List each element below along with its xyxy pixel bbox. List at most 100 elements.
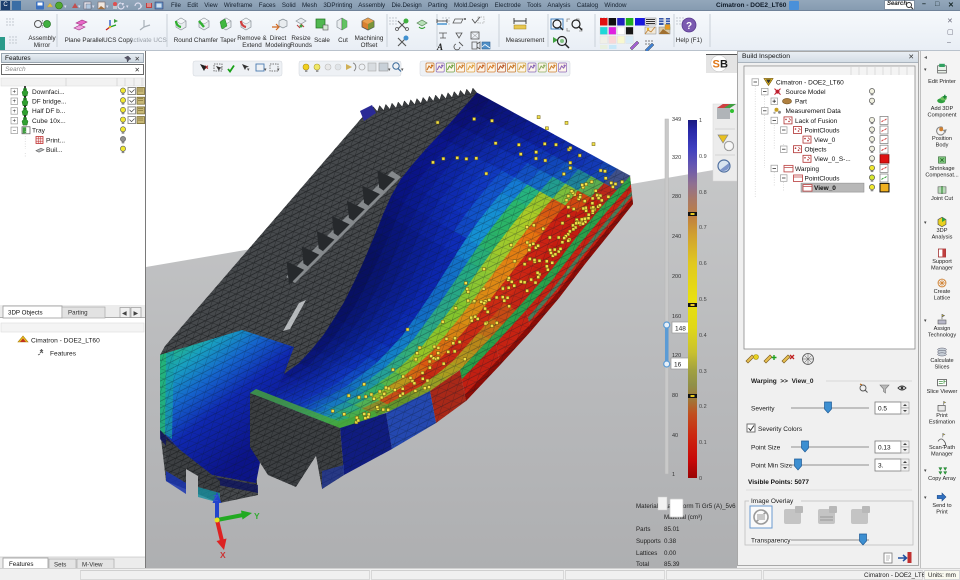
svg-text:Lattices: Lattices bbox=[636, 550, 657, 557]
svg-text:Scan-Path: Scan-Path bbox=[929, 445, 955, 451]
svg-text:Y: Y bbox=[254, 511, 260, 521]
svg-text:Create: Create bbox=[934, 289, 951, 295]
svg-text:Warping: Warping bbox=[795, 166, 819, 173]
svg-text:Cube 10x...: Cube 10x... bbox=[32, 118, 66, 125]
svg-text:▾: ▾ bbox=[924, 495, 927, 501]
svg-text:Slice Viewer: Slice Viewer bbox=[927, 389, 958, 395]
svg-text:?: ? bbox=[686, 21, 692, 32]
svg-text:Position: Position bbox=[932, 136, 952, 142]
svg-text:Cimatron - DOE2_LT60: Cimatron - DOE2_LT60 bbox=[776, 79, 844, 86]
svg-text:B: B bbox=[720, 59, 728, 71]
svg-text:A: A bbox=[436, 42, 443, 51]
svg-text:16: 16 bbox=[674, 362, 682, 369]
svg-text:Measurement Data: Measurement Data bbox=[786, 108, 842, 115]
svg-text:+: + bbox=[12, 99, 16, 105]
svg-text:Material:: Material: bbox=[636, 503, 660, 510]
svg-text:Cimatron - DOE2_LT60: Cimatron - DOE2_LT60 bbox=[31, 338, 100, 345]
svg-text:Downfaci...: Downfaci... bbox=[32, 89, 65, 96]
svg-text:3.: 3. bbox=[878, 463, 884, 470]
svg-text:Tray: Tray bbox=[32, 128, 46, 135]
svg-text:Lattice: Lattice bbox=[934, 295, 950, 301]
svg-text:▾: ▾ bbox=[140, 4, 143, 10]
svg-text:0: 0 bbox=[699, 476, 702, 482]
svg-text:–: – bbox=[947, 39, 951, 46]
svg-text:Send to: Send to bbox=[932, 503, 951, 509]
svg-text:1: 1 bbox=[699, 118, 702, 124]
svg-text:85.39: 85.39 bbox=[664, 561, 680, 568]
svg-text:Features: Features bbox=[50, 351, 77, 358]
svg-text:Half DF b...: Half DF b... bbox=[32, 108, 66, 115]
svg-text:Severity: Severity bbox=[751, 406, 775, 413]
svg-text:Assign: Assign bbox=[934, 326, 951, 332]
svg-text:0.8: 0.8 bbox=[699, 190, 707, 196]
svg-text:▾: ▾ bbox=[126, 4, 129, 10]
svg-text:Copy Array: Copy Array bbox=[928, 476, 956, 482]
svg-text:Print...: Print... bbox=[46, 137, 65, 144]
svg-text:▾: ▾ bbox=[924, 468, 927, 474]
svg-text:Visible Points: 5077: Visible Points: 5077 bbox=[748, 479, 809, 486]
svg-text:DF bridge...: DF bridge... bbox=[32, 99, 67, 106]
svg-text:Add 3DP: Add 3DP bbox=[931, 106, 954, 112]
svg-text:349: 349 bbox=[672, 117, 681, 123]
svg-text:PointClouds: PointClouds bbox=[805, 175, 841, 182]
svg-text:+: + bbox=[12, 90, 16, 96]
svg-text:0.1: 0.1 bbox=[699, 440, 707, 446]
svg-text:Image Overlay: Image Overlay bbox=[751, 498, 794, 505]
svg-text:Parts: Parts bbox=[636, 526, 650, 533]
svg-text:Point Size: Point Size bbox=[751, 445, 781, 452]
svg-text:3DP Objects: 3DP Objects bbox=[8, 310, 43, 317]
svg-text:Support: Support bbox=[932, 259, 952, 265]
svg-text:Print: Print bbox=[936, 413, 948, 419]
svg-text:0.6: 0.6 bbox=[699, 261, 707, 267]
svg-text:0.4: 0.4 bbox=[699, 333, 707, 339]
svg-text:200: 200 bbox=[672, 274, 681, 280]
svg-text:Manager: Manager bbox=[931, 451, 953, 457]
svg-text:Z: Z bbox=[213, 493, 218, 503]
svg-text:Body: Body bbox=[936, 142, 949, 148]
svg-text:Supports: Supports bbox=[636, 538, 661, 545]
svg-text:0.7: 0.7 bbox=[699, 225, 707, 231]
svg-text:0.3: 0.3 bbox=[699, 369, 707, 375]
svg-text:▾: ▾ bbox=[92, 4, 95, 10]
svg-text:Source Model: Source Model bbox=[786, 89, 827, 96]
svg-text:Compensat...: Compensat... bbox=[925, 172, 959, 178]
svg-text:▾: ▾ bbox=[924, 220, 927, 226]
svg-text:Lack of Fusion: Lack of Fusion bbox=[795, 118, 838, 125]
svg-text:0.13: 0.13 bbox=[878, 445, 891, 452]
svg-text:View_0: View_0 bbox=[814, 185, 836, 192]
svg-text:80: 80 bbox=[672, 393, 678, 399]
svg-text:▢: ▢ bbox=[947, 29, 954, 36]
svg-text:40: 40 bbox=[672, 433, 678, 439]
svg-text:X: X bbox=[220, 550, 226, 560]
svg-text:0.5: 0.5 bbox=[699, 297, 707, 303]
svg-text:0.00: 0.00 bbox=[664, 550, 677, 557]
svg-text:Buil...: Buil... bbox=[46, 147, 63, 154]
svg-text:0.2: 0.2 bbox=[699, 404, 707, 410]
svg-text:View_0_S-...: View_0_S-... bbox=[814, 156, 851, 163]
svg-text:View_0: View_0 bbox=[814, 137, 836, 144]
svg-text:Objects: Objects bbox=[805, 147, 828, 154]
svg-text:0.9: 0.9 bbox=[699, 154, 707, 160]
svg-text:Calculate: Calculate bbox=[930, 358, 953, 364]
svg-text:Joint Cut: Joint Cut bbox=[931, 196, 954, 202]
svg-text:0.5: 0.5 bbox=[878, 406, 887, 413]
svg-text:−: − bbox=[12, 128, 16, 134]
svg-text:320: 320 bbox=[672, 155, 681, 161]
svg-text:Technology: Technology bbox=[928, 332, 957, 338]
svg-text:✕: ✕ bbox=[947, 18, 953, 25]
svg-text:Slices: Slices bbox=[935, 364, 950, 370]
svg-text:Severity Colors: Severity Colors bbox=[758, 426, 803, 433]
svg-text:Estimation: Estimation bbox=[929, 419, 955, 425]
svg-text:S: S bbox=[713, 59, 720, 71]
svg-text:PointClouds: PointClouds bbox=[805, 127, 841, 134]
svg-text:◀: ◀ bbox=[122, 311, 127, 317]
svg-text:3DP: 3DP bbox=[937, 228, 948, 234]
svg-text:Part: Part bbox=[795, 99, 807, 106]
svg-text:◂: ◂ bbox=[924, 55, 927, 61]
svg-text:Manager: Manager bbox=[931, 265, 953, 271]
svg-text:Analysis: Analysis bbox=[932, 234, 953, 240]
svg-text:1: 1 bbox=[672, 472, 675, 478]
svg-text:▶: ▶ bbox=[134, 311, 139, 317]
svg-text:240: 240 bbox=[672, 234, 681, 240]
svg-text:▾: ▾ bbox=[924, 67, 927, 73]
